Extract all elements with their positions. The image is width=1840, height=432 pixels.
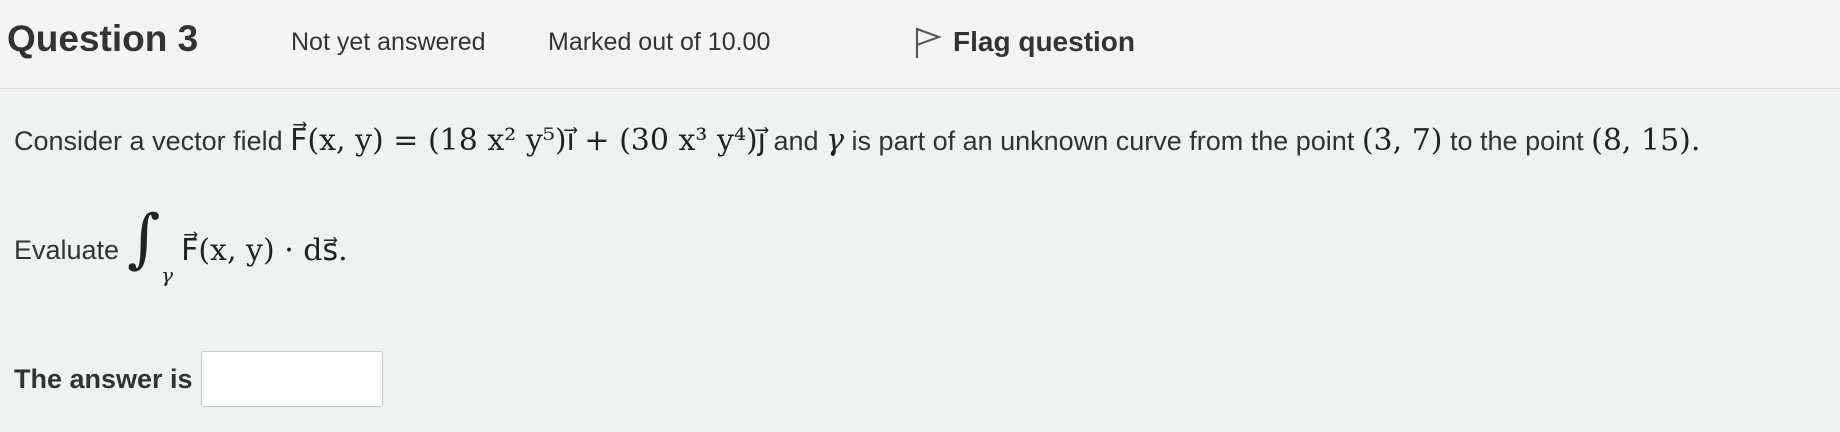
vector-field-expression: F⃗(x, y) = (18 x² y⁵)i⃗ + (30 x³ y⁴)j⃗ [290, 123, 766, 158]
integral-sign: ∫ [127, 202, 161, 276]
flag-outline-icon [915, 24, 943, 60]
integral-subscript: γ [161, 263, 174, 287]
evaluate-prompt: Evaluate ∫ γ F⃗(x, y) · ds⃗. [14, 207, 348, 289]
gamma-symbol: γ [826, 123, 845, 158]
question-text: Consider a vector field F⃗(x, y) = (18 x… [14, 123, 1700, 158]
question-intro: Consider a vector field [14, 126, 283, 156]
question-marks: Marked out of 10.00 [548, 28, 771, 56]
answer-input[interactable] [200, 351, 383, 407]
flag-question-label: Flag question [953, 26, 1135, 57]
question-status: Not yet answered [291, 28, 486, 56]
curve-text: is part of an unknown curve from the poi… [851, 126, 1355, 156]
question-header: Question 3 Not yet answered Marked out o… [0, 0, 1840, 89]
and-text: and [773, 126, 819, 156]
answer-label: The answer is [14, 363, 193, 394]
end-point: (8, 15). [1591, 123, 1701, 158]
answer-row: The answer is [14, 351, 383, 407]
line-integral: ∫ γ [127, 207, 174, 289]
to-text: to the point [1450, 126, 1584, 156]
start-point: (3, 7) [1361, 123, 1443, 158]
question-number: Question 3 [7, 18, 199, 59]
flag-question-button[interactable]: Flag question [915, 24, 1135, 60]
question-content: Consider a vector field F⃗(x, y) = (18 x… [0, 89, 1840, 432]
evaluate-label: Evaluate [14, 234, 120, 265]
integrand: F⃗(x, y) · ds⃗. [181, 232, 348, 268]
